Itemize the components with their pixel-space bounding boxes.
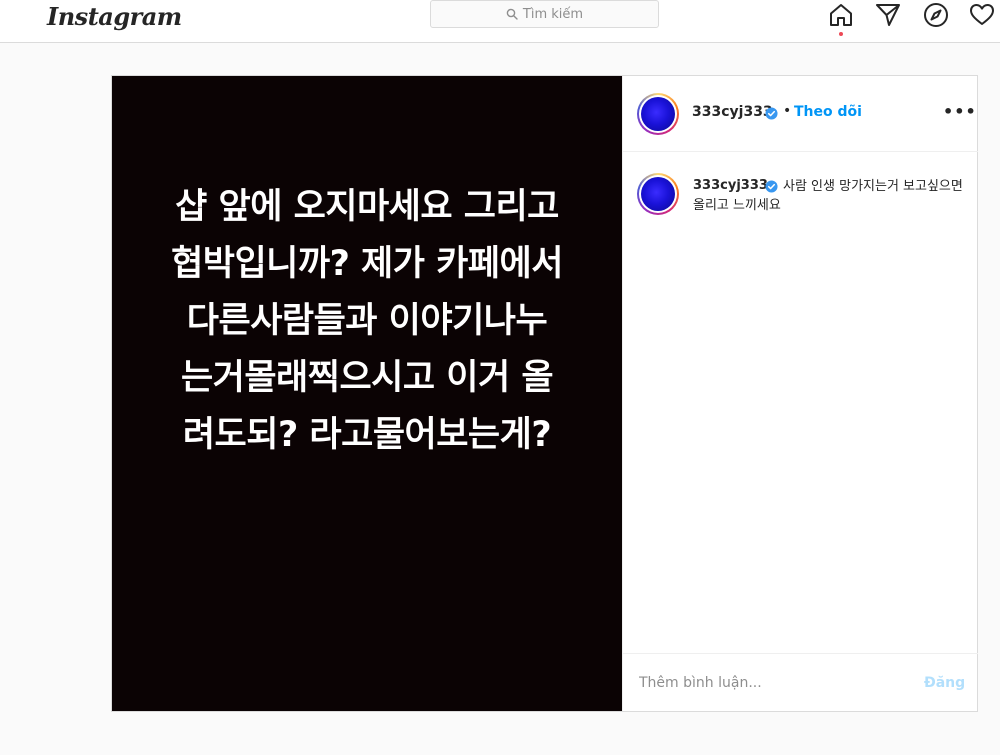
nav-icons <box>828 2 1000 36</box>
follow-button[interactable]: Theo dõi <box>794 104 862 120</box>
comments-section: 333cyj333 사람 인생 망가지는거 보고싶으면 올리고 느끼세요 <box>623 153 978 553</box>
author-username[interactable]: 333cyj333 <box>692 104 773 120</box>
explore-icon[interactable] <box>923 2 949 28</box>
notification-dot <box>839 32 843 36</box>
separator-dot: • <box>783 103 792 119</box>
more-options-icon[interactable]: ••• <box>943 102 977 121</box>
home-icon[interactable] <box>828 2 854 28</box>
post-image-text: 샵 앞에 오지마세요 그리고 협박입니까? 제가 카페에서 다른사람들과 이야기… <box>171 187 563 455</box>
avatar[interactable] <box>637 93 679 135</box>
caption-avatar[interactable] <box>637 173 679 215</box>
search-box[interactable]: Tìm kiếm <box>430 0 659 28</box>
instagram-logo[interactable]: Instagram <box>47 2 182 31</box>
post-sidebar: 333cyj333 • Theo dõi ••• 333cyj333 사람 인생… <box>622 76 978 711</box>
verified-badge-icon <box>765 107 778 120</box>
comment-input[interactable] <box>639 672 899 694</box>
post-card: 샵 앞에 오지마세요 그리고 협박입니까? 제가 카페에서 다른사람들과 이야기… <box>111 75 978 712</box>
heart-icon[interactable] <box>969 2 995 28</box>
direct-icon[interactable] <box>875 2 901 28</box>
caption-text: 사람 인생 망가지는거 보고싶으면 올리고 느끼세요 <box>693 179 963 213</box>
post-comment-button[interactable]: Đăng <box>924 675 965 691</box>
post-header: 333cyj333 • Theo dõi ••• <box>623 76 978 152</box>
comment-bar: Đăng <box>623 653 978 711</box>
search-icon <box>506 8 518 20</box>
top-nav-bar: Instagram Tìm kiếm <box>0 0 1000 43</box>
post-image[interactable]: 샵 앞에 오지마세요 그리고 협박입니까? 제가 카페에서 다른사람들과 이야기… <box>112 76 622 711</box>
search-placeholder: Tìm kiếm <box>522 6 584 22</box>
